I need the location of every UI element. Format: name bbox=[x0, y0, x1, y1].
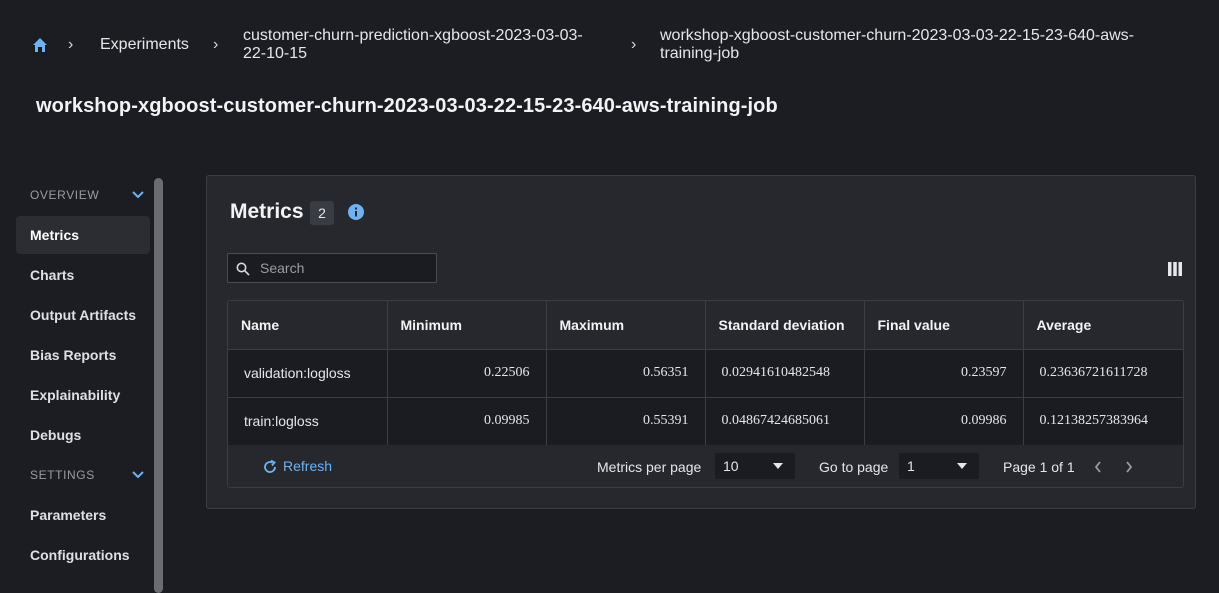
breadcrumb: › Experiments › customer-churn-predictio… bbox=[0, 0, 1219, 90]
breadcrumb-item-trial: workshop-xgboost-customer-churn-2023-03-… bbox=[660, 27, 1200, 63]
sidebar-item-bias-reports[interactable]: Bias Reports bbox=[16, 336, 150, 374]
cell-average: 0.23636721611728 bbox=[1023, 349, 1183, 398]
info-icon[interactable] bbox=[348, 204, 364, 220]
cell-average: 0.12138257383964 bbox=[1023, 397, 1183, 446]
metrics-title: Metrics bbox=[230, 200, 304, 223]
per-page-value: 10 bbox=[723, 458, 739, 474]
cell-name: validation:logloss bbox=[228, 349, 388, 398]
cell-final-value: 0.23597 bbox=[864, 349, 1024, 398]
table-row: train:logloss 0.09985 0.55391 0.04867424… bbox=[228, 397, 1183, 446]
go-to-page-label: Go to page bbox=[819, 459, 889, 475]
section-header-settings[interactable]: SETTINGS bbox=[30, 468, 95, 482]
table-row: validation:logloss 0.22506 0.56351 0.029… bbox=[228, 349, 1183, 398]
column-settings-icon[interactable] bbox=[1168, 262, 1182, 276]
breadcrumb-item-trial-line2: training-job bbox=[660, 45, 740, 62]
sidebar-item-output-artifacts[interactable]: Output Artifacts bbox=[16, 296, 150, 334]
column-header-final-value[interactable]: Final value bbox=[864, 301, 1024, 350]
page-info: Page 1 of 1 bbox=[1003, 459, 1075, 475]
metrics-count-badge: 2 bbox=[310, 201, 334, 225]
cell-minimum: 0.09985 bbox=[387, 397, 547, 446]
refresh-label: Refresh bbox=[283, 458, 333, 474]
search-input[interactable] bbox=[260, 254, 430, 282]
breadcrumb-item-experiment[interactable]: customer-churn-prediction-xgboost-2023-0… bbox=[243, 27, 623, 63]
sidebar-item-charts[interactable]: Charts bbox=[16, 256, 150, 294]
chevron-down-icon[interactable] bbox=[131, 470, 145, 480]
sidebar-item-parameters[interactable]: Parameters bbox=[16, 496, 150, 534]
breadcrumb-item-experiment-line2: 22-10-15 bbox=[243, 45, 308, 62]
section-header-overview[interactable]: OVERVIEW bbox=[30, 188, 99, 202]
column-header-average[interactable]: Average bbox=[1023, 301, 1183, 350]
column-header-minimum[interactable]: Minimum bbox=[387, 301, 547, 350]
home-icon[interactable] bbox=[32, 37, 48, 53]
go-to-page-value: 1 bbox=[907, 458, 915, 474]
cell-standard-deviation: 0.04867424685061 bbox=[705, 397, 865, 446]
per-page-select[interactable]: 10 bbox=[715, 453, 795, 479]
sidebar-item-debugs[interactable]: Debugs bbox=[16, 416, 150, 454]
table-header-row: Name Minimum Maximum Standard deviation … bbox=[228, 301, 1183, 350]
sidebar-item-configurations[interactable]: Configurations bbox=[16, 536, 150, 574]
cell-name: train:logloss bbox=[228, 397, 388, 446]
breadcrumb-item-experiments[interactable]: Experiments bbox=[100, 36, 189, 54]
breadcrumb-item-trial-line1: workshop-xgboost-customer-churn-2023-03-… bbox=[660, 27, 1134, 44]
chevron-right-icon[interactable] bbox=[1125, 461, 1133, 473]
cell-maximum: 0.56351 bbox=[546, 349, 706, 398]
cell-maximum: 0.55391 bbox=[546, 397, 706, 446]
breadcrumb-item-experiment-line1: customer-churn-prediction-xgboost-2023-0… bbox=[243, 27, 583, 44]
sidebar-item-explainability[interactable]: Explainability bbox=[16, 376, 150, 414]
caret-down-icon bbox=[957, 463, 967, 469]
cell-standard-deviation: 0.02941610482548 bbox=[705, 349, 865, 398]
search-field[interactable] bbox=[227, 253, 437, 283]
column-header-name[interactable]: Name bbox=[228, 301, 388, 350]
metrics-table: Name Minimum Maximum Standard deviation … bbox=[227, 300, 1184, 488]
column-header-standard-deviation[interactable]: Standard deviation bbox=[705, 301, 865, 350]
column-header-maximum[interactable]: Maximum bbox=[546, 301, 706, 350]
chevron-right-icon: › bbox=[213, 36, 219, 53]
page-title: workshop-xgboost-customer-churn-2023-03-… bbox=[36, 95, 778, 117]
cell-final-value: 0.09986 bbox=[864, 397, 1024, 446]
caret-down-icon bbox=[773, 463, 783, 469]
chevron-down-icon[interactable] bbox=[131, 190, 145, 200]
refresh-icon bbox=[264, 459, 276, 473]
cell-minimum: 0.22506 bbox=[387, 349, 547, 398]
sidebar-item-metrics[interactable]: Metrics bbox=[16, 216, 150, 254]
search-icon bbox=[236, 262, 250, 276]
metrics-panel: Metrics 2 Name Minimum Maximum bbox=[206, 175, 1196, 509]
chevron-right-icon: › bbox=[68, 36, 74, 53]
chevron-right-icon: › bbox=[631, 36, 637, 53]
chevron-left-icon[interactable] bbox=[1094, 461, 1102, 473]
per-page-label: Metrics per page bbox=[597, 459, 702, 475]
table-footer: Refresh Metrics per page 10 Go to page 1… bbox=[228, 445, 1183, 487]
go-to-page-select[interactable]: 1 bbox=[899, 453, 979, 479]
sidebar-scrollbar[interactable] bbox=[154, 178, 163, 593]
